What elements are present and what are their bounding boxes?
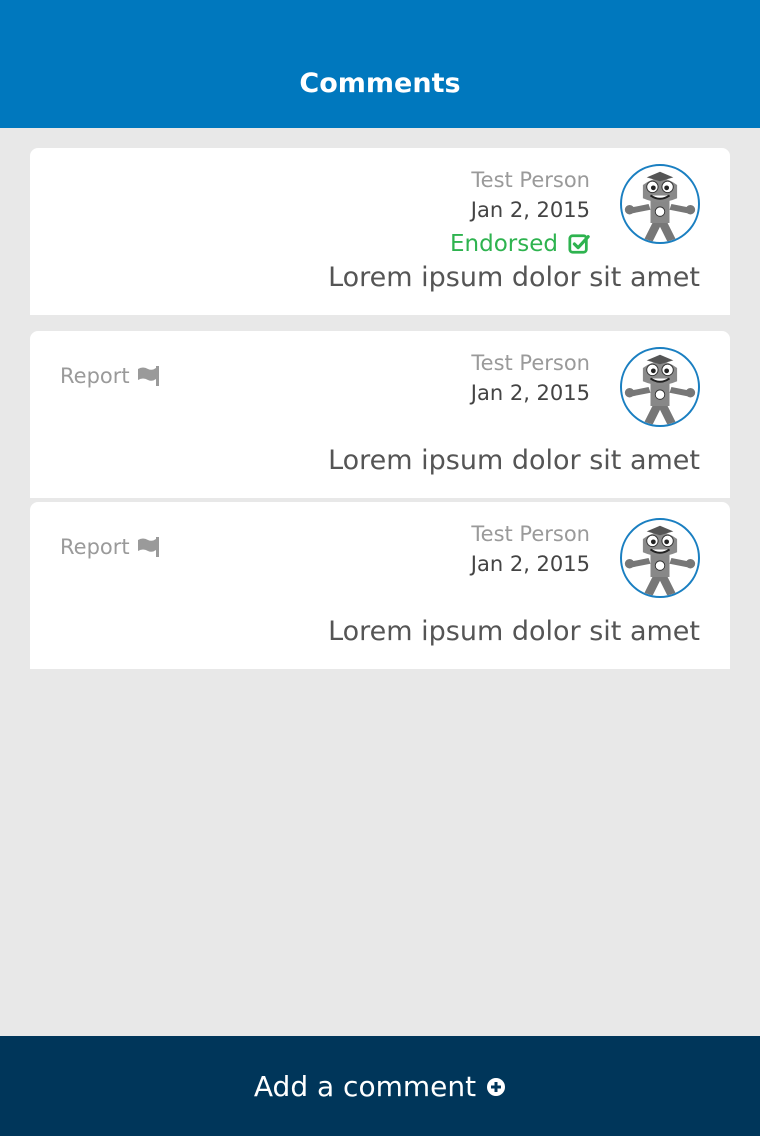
comment-card: Report Test Person Jan 2, 2015 Lorem ips… xyxy=(30,502,730,669)
comment-body: Lorem ipsum dolor sit amet xyxy=(328,616,700,647)
app-header: Comments xyxy=(0,0,760,128)
mascot-avatar-icon xyxy=(622,166,698,242)
comment-author: Test Person xyxy=(471,522,590,546)
endorsed-label: Endorsed xyxy=(450,231,558,257)
comment-body: Lorem ipsum dolor sit amet xyxy=(328,445,700,476)
comment-author: Test Person xyxy=(471,168,590,192)
add-comment-bar[interactable]: Add a comment xyxy=(0,1036,760,1136)
mascot-avatar-icon xyxy=(622,349,698,425)
report-label: Report xyxy=(60,535,130,559)
report-label: Report xyxy=(60,364,130,388)
page-title: Comments xyxy=(299,68,461,99)
comment-date: Jan 2, 2015 xyxy=(470,381,590,405)
flag-icon xyxy=(137,537,159,557)
comment-card: Report Test Person Jan 2, 2015 Lorem ips… xyxy=(30,331,730,498)
add-comment-label: Add a comment xyxy=(253,1070,477,1103)
plus-circle-icon xyxy=(487,1077,506,1096)
endorsed-badge: Endorsed xyxy=(450,231,590,257)
avatar[interactable] xyxy=(620,518,700,598)
comment-author: Test Person xyxy=(471,351,590,375)
avatar[interactable] xyxy=(620,347,700,427)
flag-icon xyxy=(137,366,159,386)
check-square-icon xyxy=(568,234,590,254)
add-comment-button[interactable]: Add a comment xyxy=(0,1070,760,1103)
comment-date: Jan 2, 2015 xyxy=(470,198,590,222)
comment-date: Jan 2, 2015 xyxy=(470,552,590,576)
mascot-avatar-icon xyxy=(622,520,698,596)
avatar[interactable] xyxy=(620,164,700,244)
report-button[interactable]: Report xyxy=(60,535,160,559)
comment-body: Lorem ipsum dolor sit amet xyxy=(328,262,700,293)
report-button[interactable]: Report xyxy=(60,364,160,388)
comment-card: Test Person Jan 2, 2015 Endorsed Lorem i… xyxy=(30,148,730,315)
